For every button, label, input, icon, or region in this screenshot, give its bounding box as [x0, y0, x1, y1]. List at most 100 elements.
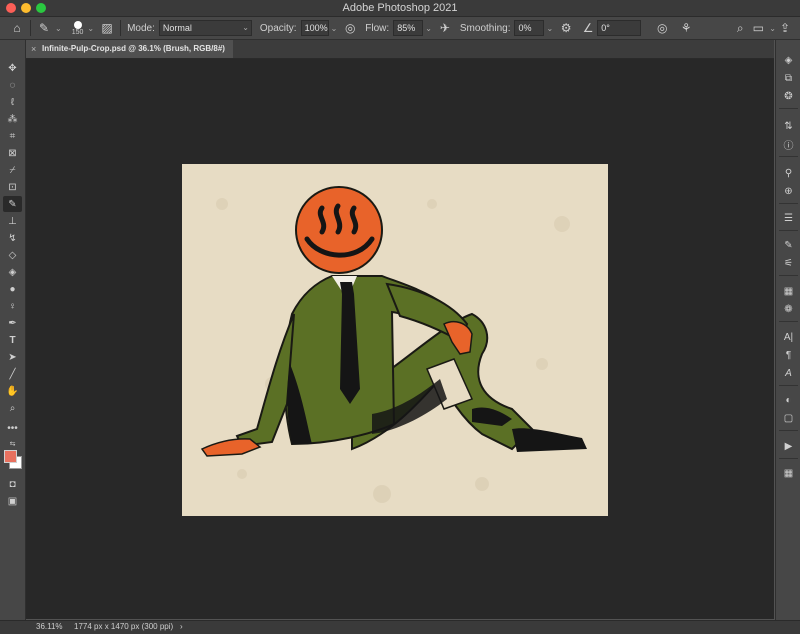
dodge-icon[interactable]: ♀ [3, 298, 22, 314]
close-tab-icon[interactable]: × [31, 40, 36, 58]
pressure-opacity-icon[interactable]: ◎ [341, 19, 359, 37]
search-icon[interactable]: ⌕ [731, 19, 749, 37]
panel-dock: ◈ ⧉ ❂ ⇅ ⓘ ⚲ ⊕ ☰ ✎ ⚟ ▦ ❁ A| ¶ A ◐ ▢ ▶ ▦ [775, 40, 800, 620]
divider [779, 108, 798, 109]
chevron-down-icon[interactable]: ⌄ [87, 24, 94, 33]
tool-presets-icon[interactable]: ✎ [780, 237, 797, 253]
smoothing-field[interactable]: 0% [514, 20, 545, 36]
move-icon[interactable]: ✥ [3, 60, 22, 76]
opacity-value: 100% [304, 23, 328, 33]
home-icon[interactable]: ⌂ [8, 19, 26, 37]
brush-tip-icon [73, 20, 82, 29]
notes-icon[interactable]: ▢ [780, 410, 797, 426]
chevron-down-icon[interactable]: ⌄ [546, 24, 553, 33]
frame-icon[interactable]: ⊠ [3, 145, 22, 161]
divider [779, 203, 798, 204]
brush-preset-icon[interactable]: ✎ [35, 19, 53, 37]
mode-select[interactable]: Normal ⌄ [158, 20, 252, 36]
stamp-icon[interactable]: ⊥ [3, 213, 22, 229]
divider [779, 321, 798, 322]
opacity-field[interactable]: 100% [300, 20, 329, 36]
hand-icon[interactable]: ✋ [3, 383, 22, 399]
workspace-icon[interactable]: ▭ [749, 19, 767, 37]
angle-field[interactable]: 0° [597, 20, 642, 36]
divider [779, 458, 798, 459]
foreground-color-swatch[interactable] [4, 450, 17, 463]
divider [779, 230, 798, 231]
styles-icon[interactable]: ❁ [780, 301, 797, 317]
zoom-level[interactable]: 36.11% [36, 622, 63, 631]
brush-settings-icon[interactable]: ⚟ [780, 255, 797, 271]
info-icon[interactable]: ⓘ [780, 136, 797, 152]
marquee-icon[interactable]: ◌ [3, 77, 22, 93]
mode-label: Mode: [127, 22, 155, 34]
canvas-area[interactable] [26, 59, 774, 619]
crop-icon[interactable]: ⌗ [3, 128, 22, 144]
title-bar: Adobe Photoshop 2021 [0, 0, 800, 17]
flow-value: 85% [397, 23, 416, 33]
channels-icon[interactable]: ⧉ [780, 70, 797, 86]
flow-label: Flow: [365, 22, 390, 34]
divider [779, 430, 798, 431]
toggle-brush-settings-icon[interactable]: ▨ [98, 19, 116, 37]
flow-field[interactable]: 85% [393, 20, 424, 36]
divider [120, 20, 122, 36]
airbrush-icon[interactable]: ✈ [436, 19, 454, 37]
chevron-down-icon[interactable]: ⌄ [55, 24, 62, 33]
line-icon[interactable]: ╱ [3, 366, 22, 382]
artwork-illustration [200, 186, 587, 503]
tools-panel: ✥ ◌ ℓ ⁂ ⌗ ⊠ ⌿ ⊡ ✎ ⊥ ↯ ◇ ◈ ● ♀ ✒ T ➤ ╱ ✋ … [0, 40, 26, 620]
chevron-down-icon[interactable]: ⌄ [425, 24, 432, 33]
symmetry-icon[interactable]: ⚘ [677, 19, 695, 37]
pressure-size-icon[interactable]: ◎ [653, 19, 671, 37]
document-tab-bar: × Infinite-Pulp-Crop.psd @ 36.1% (Brush,… [26, 40, 774, 59]
paths-icon[interactable]: ❂ [780, 88, 797, 104]
angle-value: 0° [601, 23, 610, 33]
path-select-icon[interactable]: ➤ [3, 349, 22, 365]
bucket-icon[interactable]: ◈ [3, 264, 22, 280]
healing-icon[interactable]: ⊡ [3, 179, 22, 195]
clone-source-icon[interactable]: ⊕ [780, 183, 797, 199]
paragraph-icon[interactable]: ¶ [780, 347, 797, 363]
document-canvas[interactable] [182, 164, 608, 516]
status-menu-arrow[interactable]: › [180, 622, 183, 631]
divider [30, 20, 31, 36]
type-icon[interactable]: T [3, 332, 22, 348]
brush-size-picker[interactable]: 150 [72, 20, 83, 36]
document-info: 1774 px x 1470 px (300 ppi) [74, 622, 174, 631]
character-icon[interactable]: A| [780, 329, 797, 345]
blur-icon[interactable]: ● [3, 281, 22, 297]
color-icon[interactable]: ◐ [780, 392, 797, 408]
glyphs-icon[interactable]: A [780, 365, 797, 381]
swatches-icon[interactable]: ▦ [780, 283, 797, 299]
angle-icon: ∠ [582, 21, 594, 35]
more-icon[interactable]: ••• [3, 420, 22, 436]
zoom-icon[interactable]: ⌕ [3, 400, 22, 416]
layers-icon[interactable]: ◈ [780, 52, 797, 68]
chevron-down-icon: ⌄ [242, 23, 249, 32]
eyedropper-icon[interactable]: ⌿ [3, 162, 22, 178]
smoothing-label: Smoothing: [459, 22, 511, 34]
brush-icon[interactable]: ✎ [3, 196, 22, 212]
screen-mode-icon[interactable]: ▣ [3, 493, 22, 509]
chevron-down-icon[interactable]: ⌄ [331, 24, 338, 33]
eraser-icon[interactable]: ◇ [3, 247, 22, 263]
chevron-down-icon[interactable]: ⌄ [769, 24, 776, 33]
document-tab[interactable]: × Infinite-Pulp-Crop.psd @ 36.1% (Brush,… [26, 40, 233, 58]
libraries-icon[interactable]: ▦ [780, 465, 797, 481]
actions-icon[interactable]: ▶ [780, 438, 797, 454]
pen-icon[interactable]: ✒ [3, 315, 22, 331]
properties-icon[interactable]: ☰ [780, 210, 797, 226]
quick-mask-icon[interactable]: ◘ [3, 476, 22, 492]
gear-icon[interactable]: ⚙ [557, 19, 575, 37]
brushes-icon[interactable]: ⚲ [780, 165, 797, 181]
adjustments-icon[interactable]: ⇅ [780, 118, 797, 134]
opacity-label: Opacity: [259, 22, 297, 34]
history-brush-icon[interactable]: ↯ [3, 230, 22, 246]
magic-wand-icon[interactable]: ⁂ [3, 111, 22, 127]
smoothing-value: 0% [518, 23, 532, 33]
window-title: Adobe Photoshop 2021 [342, 2, 458, 14]
options-bar: ⌂ ✎ ⌄ 150 ⌄ ▨ Mode: Normal ⌄ Opacity: 100… [0, 17, 800, 40]
share-icon[interactable]: ⇪ [776, 19, 794, 37]
lasso-icon[interactable]: ℓ [3, 94, 22, 110]
